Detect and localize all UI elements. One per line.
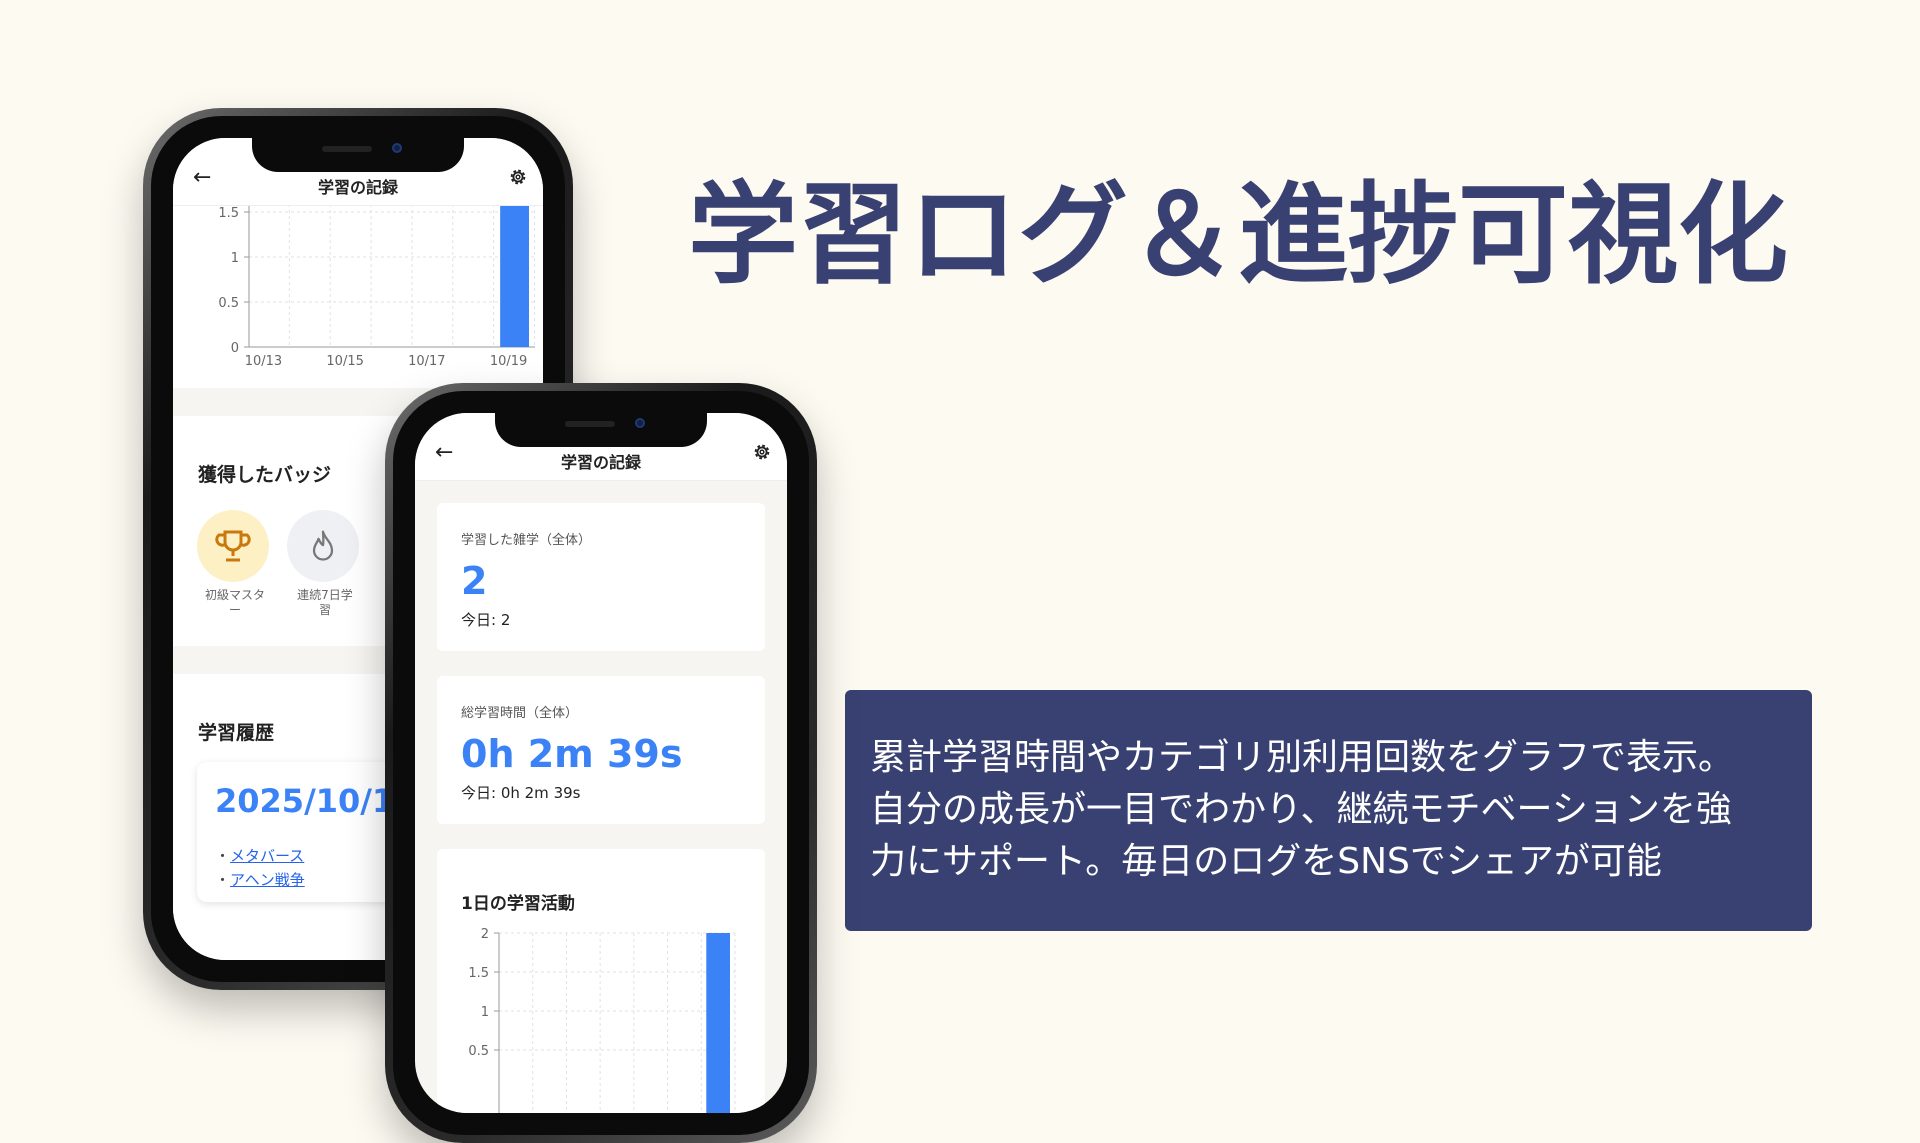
trophy-badge — [197, 510, 269, 582]
description-box: 累計学習時間やカテゴリ別利用回数をグラフで表示。 自分の成長が一目でわかり、継続… — [845, 690, 1812, 931]
badges-title: 獲得したバッジ — [198, 464, 332, 486]
description-line-2: 自分の成長が一目でわかり、継続モチベーションを強 — [870, 789, 1732, 830]
stat-today: 今日: 0h 2m 39s — [461, 784, 581, 802]
badge-label-cont: 習 — [318, 603, 331, 617]
flame-badge — [287, 510, 359, 582]
header-title: 学習の記録 — [317, 178, 398, 197]
history-title: 学習履歴 — [198, 722, 275, 744]
y-tick-label: 1.5 — [218, 206, 239, 221]
notch — [252, 138, 464, 172]
stat-today: 今日: 2 — [461, 611, 511, 629]
y-tick-label: 0.5 — [218, 296, 239, 311]
activity-card: 1日の学習活動 2 1.5 1 0.5 — [437, 849, 765, 1113]
x-tick-label: 10/17 — [408, 354, 445, 369]
description-line-3: 力にサポート。毎日のログをSNSでシェアが可能 — [870, 841, 1662, 882]
y-tick-label: 2 — [481, 927, 489, 942]
stat-card-learned: 学習した雑学（全体） 2 今日: 2 — [437, 503, 765, 651]
notch — [495, 413, 707, 447]
badge-label: 初級マスタ — [204, 588, 265, 602]
x-tick-label: 10/19 — [490, 354, 527, 369]
gear-icon[interactable] — [507, 166, 529, 188]
badge-beginner-master[interactable]: 初級マスタ ー — [197, 510, 273, 618]
stat-value: 0h 2m 39s — [461, 732, 683, 776]
description-line-1: 累計学習時間やカテゴリ別利用回数をグラフで表示。 — [870, 737, 1735, 778]
badge-7-day-streak[interactable]: 連続7日学 習 — [287, 510, 363, 618]
y-tick-label: 1.5 — [468, 966, 489, 981]
bullet: ・ — [215, 871, 231, 889]
headline: 学習ログ＆進捗可視化 — [688, 171, 1788, 299]
bullet: ・ — [215, 847, 231, 865]
y-tick-label: 0.5 — [468, 1044, 489, 1059]
trophy-icon — [215, 530, 251, 562]
stat-label: 総学習時間（全体） — [461, 706, 579, 721]
badge-label-cont: ー — [228, 603, 241, 617]
chart-bar — [706, 933, 730, 1113]
stat-card-time: 総学習時間（全体） 0h 2m 39s 今日: 0h 2m 39s — [437, 676, 765, 824]
chart-card: 1.5 1 0.5 0 10/13 10/15 10/17 10/19 — [173, 167, 543, 388]
activity-chart: 2 1.5 1 0.5 — [468, 927, 736, 1113]
activity-title: 1日の学習活動 — [461, 894, 575, 914]
badge-label: 連続7日学 — [297, 588, 353, 602]
stat-label: 学習した雑学（全体） — [461, 533, 592, 548]
front-phone: ← 学習の記録 学習した雑学（全体） 2 今日: 2 総学習時間（全体） 0h … — [385, 383, 817, 1143]
stat-value: 2 — [461, 559, 488, 603]
y-tick-label: 0 — [231, 341, 239, 356]
chart-bar — [500, 167, 529, 347]
y-tick-label: 1 — [231, 251, 239, 266]
front-phone-screen: ← 学習の記録 学習した雑学（全体） 2 今日: 2 総学習時間（全体） 0h … — [415, 413, 787, 1113]
y-tick-label: 1 — [481, 1005, 489, 1020]
header-title: 学習の記録 — [560, 453, 641, 472]
topic-link[interactable]: アヘン戦争 — [230, 871, 305, 889]
topic-link[interactable]: メタバース — [230, 847, 304, 865]
flame-icon — [312, 530, 334, 561]
x-tick-label: 10/13 — [245, 354, 282, 369]
x-tick-label: 10/15 — [326, 354, 363, 369]
daily-chart: 1.5 1 0.5 0 10/13 10/15 10/17 10/19 — [218, 167, 535, 369]
gear-icon[interactable] — [751, 441, 773, 463]
